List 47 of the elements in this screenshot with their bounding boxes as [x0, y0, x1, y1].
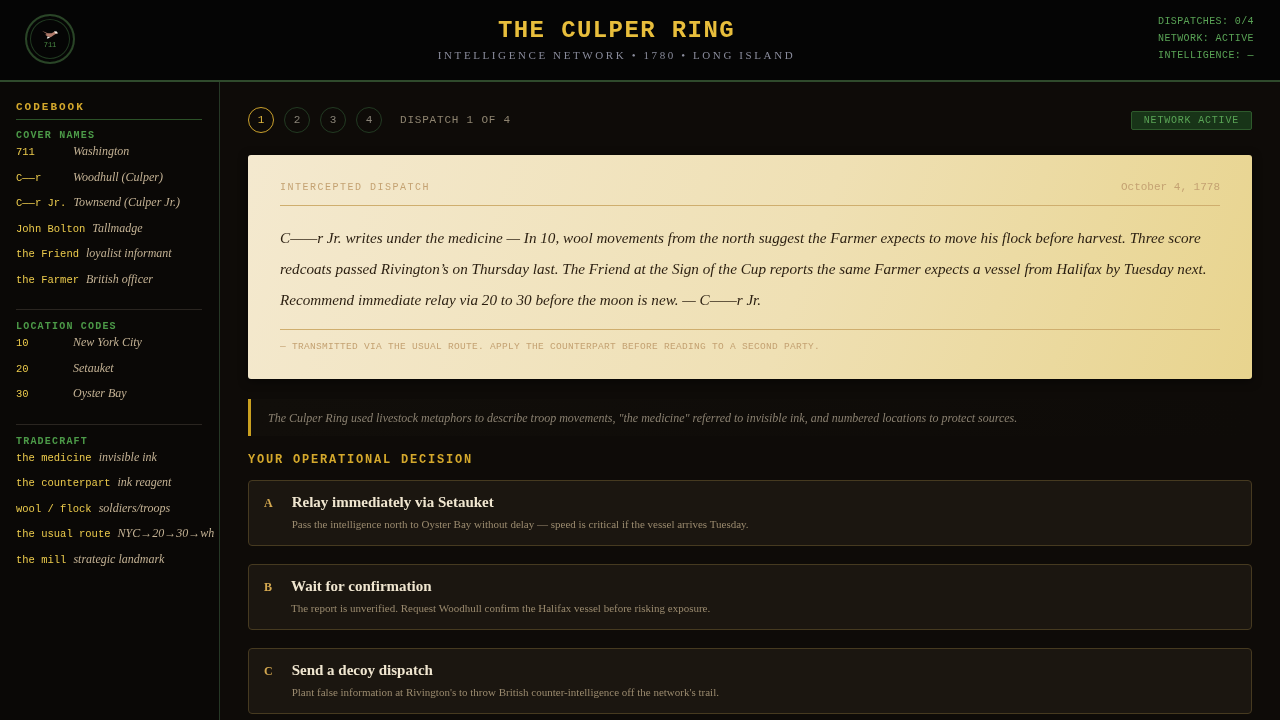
code-meaning: Townsend (Culper Jr.) [73, 195, 180, 210]
code-word: John Bolton [16, 222, 86, 235]
code-word: the Friend [16, 248, 79, 260]
code-meaning: British officer [86, 271, 153, 287]
bird-icon [42, 29, 58, 39]
code-word: the usual route [16, 528, 111, 540]
code-meaning: invisible ink [98, 449, 157, 465]
sidebar-title: CODEBOOK [16, 101, 202, 120]
code-word: 30 [16, 388, 30, 400]
decision-option[interactable]: B Wait for confirmation The report is unverified. Request Woodhull confirm the Halifax vessel before risking exposure. [248, 564, 1252, 630]
code-meaning: loyalist informant [86, 246, 172, 261]
decision-heading: YOUR OPERATIONAL DECISION [248, 453, 475, 467]
code-meaning: Tallmadge [92, 220, 143, 236]
status-badge: NETWORK ACTIVE [1130, 110, 1252, 130]
code-word: the counterpart [16, 477, 111, 489]
code-word: C——r Jr. [16, 197, 67, 209]
section-title: TRADECRAFT [16, 435, 89, 447]
section-title: COVER NAMES [16, 130, 97, 141]
code-word: 10 [16, 337, 30, 349]
code-word: 20 [16, 362, 30, 375]
app-title: THE CULPER RING [497, 17, 735, 45]
code-meaning: ink reagent [117, 475, 172, 490]
dispatch-text: C——r Jr. writes under the medicine — In 10, wool movements from the north suggest the Farmer expects to move his flock before harvest. Three score redcoats passed Rivington’s on Thursday last. The Friend at the Sign of the Cup reports the same Farmer expects a vessel from Halifax by Tuesday next. Recommend immediate relay via 20 to 30 before the moon is new. — C——r Jr. [280, 206, 1220, 330]
code-meaning: New York City [73, 335, 142, 350]
code-word: C——r [16, 171, 43, 184]
note-text: The Culper Ring used livestock metaphors to describe troop movements, "the medicine" referred to invisible ink, and numbered locations to protect sources. [268, 411, 1018, 425]
code-word: 711 [16, 146, 36, 158]
status-text: NETWORK: ACTIVE [1158, 33, 1254, 45]
app-subtitle: INTELLIGENCE NETWORK • 1780 • LONG ISLAND [437, 49, 796, 61]
code-meaning: Woodhull (Culper) [73, 169, 163, 185]
section-title: LOCATION CODES [16, 321, 118, 332]
code-word: the mill [16, 553, 67, 566]
code-meaning: Oyster Bay [73, 386, 127, 401]
code-meaning: strategic landmark [73, 551, 165, 567]
status-text: INTELLIGENCE: — [1158, 50, 1254, 62]
decision-option[interactable]: A Relay immediately via Setauket Pass the intelligence north to Oyster Bay without delay — speed is critical if the vessel arrives Tuesday. [248, 480, 1252, 546]
code-meaning: NYC→20→30→wh [117, 526, 215, 541]
dispatch-heading: INTERCEPTED DISPATCH [280, 182, 431, 193]
code-meaning: soldiers/troops [98, 500, 171, 516]
code-meaning: Setauket [73, 360, 114, 376]
code-meaning: Washington [73, 144, 130, 159]
status-text: DISPATCHES: 0/4 [1158, 16, 1254, 28]
decision-option[interactable]: C Send a decoy dispatch Plant false information at Rivington's to throw British counter-intelligence off the network's trail. [248, 648, 1252, 714]
dispatch-counter: DISPATCH 1 OF 4 [400, 114, 512, 126]
code-word: the medicine [16, 451, 92, 464]
code-word: wool / flock [16, 502, 92, 515]
code-word: the Farmer [16, 273, 79, 286]
